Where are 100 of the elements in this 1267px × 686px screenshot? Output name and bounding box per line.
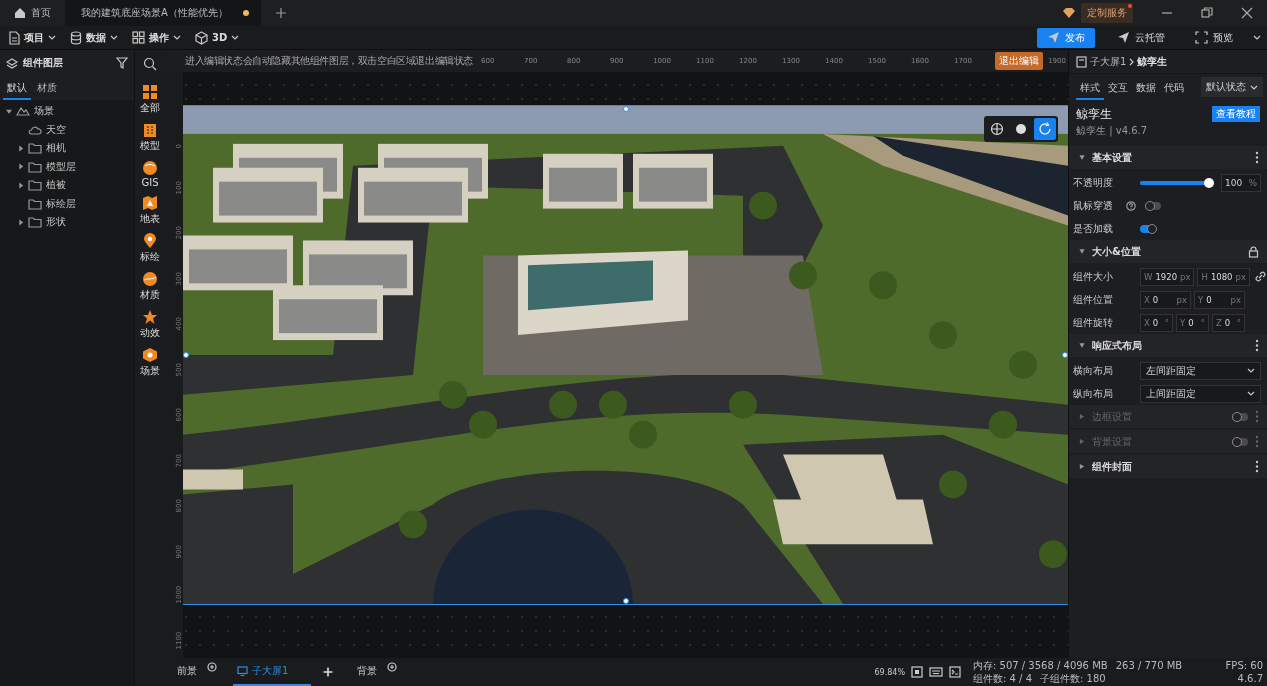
keyboard-icon[interactable] [929,666,943,678]
version-label: 4.6.7 [1237,672,1263,685]
building-icon [142,122,158,138]
menu-button[interactable]: 项目 [6,28,58,47]
field-label: 是否加载 [1073,221,1114,236]
caret-icon [1253,34,1261,41]
folder-icon [28,179,42,192]
section-header[interactable]: 大小&位置 [1069,240,1267,263]
panel-tab[interactable]: 代码 [1160,74,1188,100]
tree-item[interactable]: 相机 [0,139,134,158]
window-tab[interactable]: 首页 [0,0,65,26]
caret-icon [1250,83,1258,91]
category-button[interactable]: 模型 [140,122,160,153]
category-button[interactable]: 全部 [140,84,160,115]
service-button[interactable]: 定制服务 [1081,3,1133,23]
action-button[interactable]: 发布 [1037,27,1095,48]
tree-item[interactable]: 标绘层 [0,194,134,213]
grid-icon [142,84,158,100]
resize-handle[interactable] [622,598,629,604]
category-button[interactable]: 动效 [140,309,160,340]
number-field[interactable]: W 1920 px [1140,267,1195,286]
window-tab[interactable]: 我的建筑底座场景A（性能优先） [65,0,261,26]
dropdown[interactable]: 左间距固定 [1140,361,1261,380]
dropdown[interactable]: 上间距固定 [1140,384,1261,403]
number-field[interactable]: 100 % [1221,173,1261,192]
disclosure-triangle-icon[interactable] [6,107,12,115]
preview-button[interactable]: 预览 [1185,27,1243,48]
map-icon [142,195,158,211]
number-field[interactable]: Y 0 ° [1176,313,1209,332]
resize-handle[interactable] [622,106,629,112]
disclosure-triangle-icon[interactable] [18,163,24,171]
tutorial-button[interactable]: 查看教程 [1212,106,1260,122]
tree-item[interactable]: 植被 [0,176,134,195]
menu-button[interactable]: 操作 [130,28,183,47]
number-field[interactable]: Y 0 px [1194,290,1245,309]
restore-icon[interactable] [1201,7,1213,19]
add-circle-icon[interactable] [387,662,397,672]
screen-tab[interactable]: 子大屏1 [233,658,311,686]
number-field[interactable]: X 0 ° [1140,313,1173,332]
chevron-right-icon [1129,57,1135,66]
category-button[interactable]: 标绘 [140,233,160,264]
number-field[interactable]: X 0 px [1140,290,1191,309]
toggle-switch[interactable] [1140,224,1156,233]
section-header[interactable]: 响应式布局 [1069,334,1267,357]
category-button[interactable]: GIS [141,160,159,188]
monitor-icon [237,666,248,676]
document-icon [8,30,20,45]
category-button[interactable]: 材质 [140,271,160,302]
menu-button[interactable]: 3D [193,28,242,47]
number-field[interactable]: H 1080 px [1197,267,1250,286]
cube-icon [142,347,158,363]
fit-screen-icon[interactable] [911,666,923,678]
caret-icon [231,34,240,41]
crosshair-globe-icon [990,122,1004,136]
lock-icon[interactable] [1248,245,1259,258]
toggle-switch[interactable] [1145,201,1161,210]
close-icon[interactable] [1241,7,1253,19]
caret-icon [110,34,118,41]
fps-counter: FPS: 60 [1225,659,1263,672]
panel-tab[interactable]: 数据 [1132,74,1160,100]
search-icon[interactable] [143,57,157,71]
exit-edit-button[interactable]: 退出编辑 [995,52,1043,70]
tree-item[interactable]: 天空 [0,120,134,139]
diamond-icon [1063,7,1075,19]
disclosure-triangle-icon[interactable] [18,218,24,226]
filter-icon[interactable] [116,57,128,69]
breadcrumb-item[interactable]: 子大屏1 [1090,54,1127,69]
resize-handle[interactable] [183,352,189,358]
section-header[interactable]: 组件封面 [1069,455,1267,478]
more-icon[interactable] [1255,460,1259,473]
sub-component-count: 子组件数: 180 [1040,672,1106,685]
disclosure-triangle-icon[interactable] [18,144,24,152]
screen-icon [1076,55,1087,68]
screen-tab[interactable]: 前景 [173,658,201,686]
zoom-level: 69.84% [874,667,905,677]
more-icon[interactable] [1255,339,1259,352]
layers-icon [6,57,18,69]
screen-tab[interactable]: 背景 [353,658,381,686]
add-circle-icon[interactable] [207,662,217,672]
category-button[interactable]: 地表 [140,195,160,226]
tree-item[interactable]: 模型层 [0,157,134,176]
panel-tab[interactable]: 样式 [1076,74,1104,100]
tree-item[interactable]: 形状 [0,213,134,232]
field-label: 纵向布局 [1073,386,1114,401]
link-icon[interactable] [1254,271,1266,282]
terminal-icon[interactable] [949,666,961,678]
disclosure-triangle-icon[interactable] [18,181,24,189]
panel-tab[interactable]: 材质 [33,76,61,100]
panel-tab[interactable]: 交互 [1104,74,1132,100]
tree-item[interactable]: 场景 [0,102,134,121]
more-icon[interactable] [1255,151,1259,164]
panel-title: 组件图层 [23,56,63,70]
category-button[interactable]: 场景 [140,347,160,378]
state-dropdown[interactable]: 默认状态 [1201,77,1263,97]
number-field[interactable]: Z 0 ° [1212,313,1245,332]
menu-button[interactable]: 数据 [68,28,120,47]
section-header[interactable]: 基本设置 [1069,146,1267,169]
action-button[interactable]: 云托管 [1107,27,1175,48]
paper-plane-icon [1117,31,1130,44]
map-pin-icon [142,233,158,249]
